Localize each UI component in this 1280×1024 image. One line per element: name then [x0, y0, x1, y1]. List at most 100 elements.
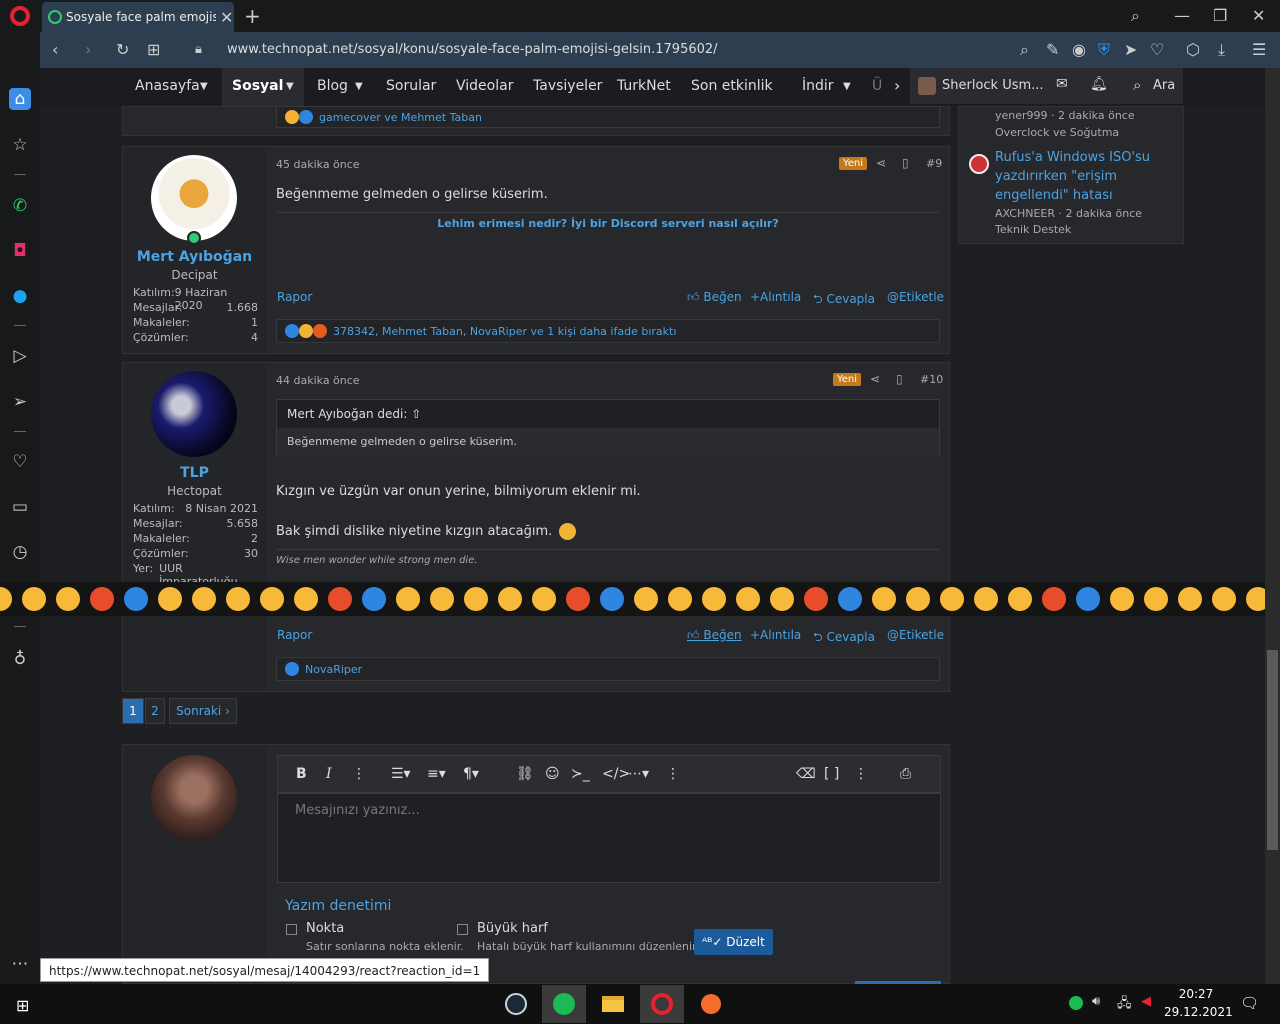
nav-sorular[interactable]: Sorular	[386, 78, 436, 94]
minimize-icon[interactable]: —	[1174, 6, 1190, 25]
post-time[interactable]: 44 dakika önce	[276, 374, 360, 387]
twitter-icon[interactable]: ●	[9, 285, 31, 307]
thinking-emoji-icon[interactable]	[1008, 587, 1032, 611]
devices-icon[interactable]: ▭	[9, 496, 31, 518]
instagram-icon[interactable]: ◘	[9, 240, 31, 262]
lightbulb-icon[interactable]: ♁	[9, 648, 31, 670]
nav-truncated[interactable]: Ü	[872, 78, 882, 94]
link-icon[interactable]: ⛓	[516, 766, 534, 782]
bbcode-icon[interactable]: [ ]	[824, 766, 839, 782]
player-icon[interactable]: ▷	[9, 345, 31, 367]
nav-turknet[interactable]: TurkNet	[617, 78, 671, 94]
like-emoji-icon[interactable]	[600, 587, 624, 611]
align-icon[interactable]: ≡▾	[427, 766, 446, 782]
wow-emoji-icon[interactable]	[702, 587, 726, 611]
clock-time[interactable]: 20:27	[1176, 987, 1216, 1001]
like-emoji-icon[interactable]	[1076, 587, 1100, 611]
angry-emoji-icon[interactable]	[566, 587, 590, 611]
report-link[interactable]: Rapor	[277, 628, 312, 642]
search-tabs-icon[interactable]: ⌕	[1131, 6, 1140, 26]
laugh-emoji-icon[interactable]	[1144, 587, 1168, 611]
like-emoji-icon[interactable]	[124, 587, 148, 611]
buyuk-harf-checkbox[interactable]	[457, 924, 468, 935]
username[interactable]: TLP	[123, 465, 266, 481]
nav-blog[interactable]: Blog	[317, 78, 348, 94]
more-insert-icon[interactable]: ⋯▾	[628, 766, 649, 782]
nav-sosyal[interactable]: Sosyal	[232, 78, 283, 94]
love-emoji-icon[interactable]	[158, 587, 182, 611]
reply-button[interactable]: ⮌ Cevapla	[813, 628, 875, 649]
clock-date[interactable]: 29.12.2021	[1164, 1005, 1233, 1019]
chevron-down-icon[interactable]: ▼	[286, 81, 294, 92]
thread-category[interactable]: Overclock ve Soğutma	[995, 126, 1119, 139]
thread-title[interactable]: engellendi" hatası	[995, 188, 1113, 203]
tabs-grid-icon[interactable]: ⊞	[147, 40, 160, 59]
angry-emoji-icon[interactable]	[804, 587, 828, 611]
star-icon[interactable]: ☆	[9, 134, 31, 156]
thread-avatar[interactable]	[969, 154, 989, 174]
love-emoji-icon[interactable]	[396, 587, 420, 611]
like-emoji-icon[interactable]	[362, 587, 386, 611]
nokta-checkbox[interactable]	[286, 924, 297, 935]
code-inline-icon[interactable]: ≻_	[571, 766, 590, 782]
cube-icon[interactable]: ⬡	[1186, 40, 1200, 59]
heart-icon[interactable]: ♡	[1150, 40, 1164, 59]
sad-emoji-icon[interactable]	[736, 587, 760, 611]
scrollbar-thumb[interactable]	[1267, 650, 1278, 850]
history-icon[interactable]: ◷	[9, 541, 31, 563]
wow-emoji-icon[interactable]	[464, 587, 488, 611]
reaction-bar[interactable]: NovaRiper	[276, 657, 940, 681]
code-icon[interactable]: </>	[602, 766, 630, 782]
thinking-emoji-icon[interactable]	[294, 587, 318, 611]
file-explorer-icon[interactable]	[591, 985, 635, 1023]
page-1[interactable]: 1	[122, 698, 144, 724]
thread-title[interactable]: Rufus'a Windows ISO'su	[995, 150, 1150, 165]
post-number[interactable]: #9	[926, 157, 942, 170]
send-sidebar-icon[interactable]: ➢	[9, 391, 31, 413]
sad-emoji-icon[interactable]	[22, 587, 46, 611]
share-icon[interactable]: ⋖	[870, 372, 880, 386]
report-link[interactable]: Rapor	[277, 290, 312, 304]
love-emoji-icon[interactable]	[872, 587, 896, 611]
more-options-icon[interactable]: ⋮	[352, 766, 366, 782]
network-icon[interactable]: 🖧︎	[1117, 994, 1132, 1016]
new-tab-icon[interactable]: +	[244, 4, 261, 28]
zoom-icon[interactable]: ⌕	[1020, 40, 1029, 60]
quote-author[interactable]: Mert Ayıboğan dedi: ⇧	[287, 407, 421, 421]
reply-button[interactable]: ⮌ Cevapla	[813, 290, 875, 311]
steam-icon[interactable]	[494, 985, 538, 1023]
laugh-emoji-icon[interactable]	[668, 587, 692, 611]
sad-emoji-icon[interactable]	[974, 587, 998, 611]
reaction-bar[interactable]: gamecover ve Mehmet Taban	[276, 106, 940, 128]
italic-icon[interactable]: I	[326, 766, 332, 782]
page-2[interactable]: 2	[145, 698, 165, 724]
restore-icon[interactable]: ❐	[1213, 6, 1227, 25]
tab-close-icon[interactable]: ✕	[220, 8, 233, 27]
spotify-tray-icon[interactable]	[1069, 996, 1083, 1010]
thread-title[interactable]: yazdırırken "erişim	[995, 169, 1117, 184]
notification-icon[interactable]: 🗨︎	[1240, 994, 1259, 1012]
sad-emoji-icon[interactable]	[1212, 587, 1236, 611]
close-window-icon[interactable]: ✕	[1252, 6, 1265, 25]
bookmark-icon[interactable]: ▯	[896, 372, 903, 386]
sad-emoji-icon[interactable]	[498, 587, 522, 611]
chevron-down-icon[interactable]: ▼	[355, 81, 363, 92]
nav-indir[interactable]: İndir	[802, 78, 834, 94]
next-page-button[interactable]: Sonraki ›	[169, 698, 237, 724]
love-emoji-icon[interactable]	[1110, 587, 1134, 611]
volume-icon[interactable]: 🔊︎	[1092, 994, 1100, 1009]
bell-icon[interactable]: 🔔︎	[1090, 76, 1108, 92]
heart-sidebar-icon[interactable]: ♡	[9, 451, 31, 473]
emoji-icon[interactable]: ☺	[545, 766, 560, 782]
windows-start-icon[interactable]: ⊞	[16, 996, 29, 1015]
like-button[interactable]: 👍︎ Beğen	[687, 290, 742, 305]
wow-emoji-icon[interactable]	[1178, 587, 1202, 611]
chevron-right-icon[interactable]: ›	[894, 76, 900, 95]
quote-button[interactable]: +Alıntıla	[750, 628, 801, 642]
laugh-emoji-icon[interactable]	[192, 587, 216, 611]
love-emoji-icon[interactable]	[634, 587, 658, 611]
chevron-down-icon[interactable]: ▼	[200, 81, 208, 92]
thinking-emoji-icon[interactable]	[770, 587, 794, 611]
bookmark-icon[interactable]: ▯	[902, 156, 909, 170]
nav-son-etkinlik[interactable]: Son etkinlik	[691, 78, 773, 94]
